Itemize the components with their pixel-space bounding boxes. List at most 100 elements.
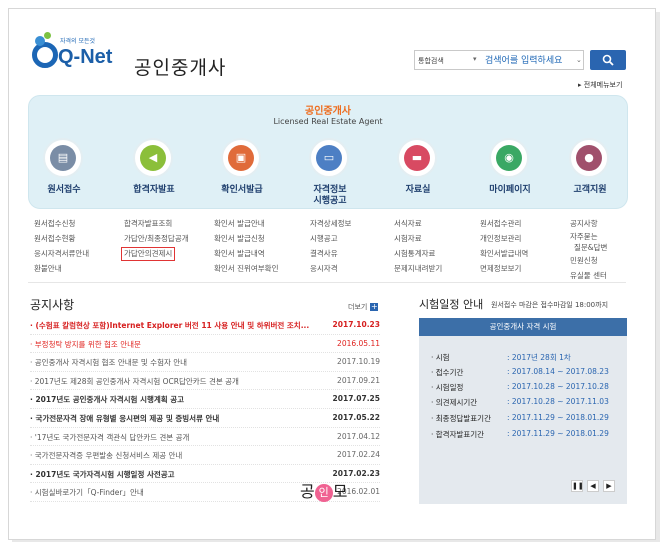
site-title: 공인중개사: [134, 57, 227, 79]
sublink[interactable]: 응시자격서류안내: [34, 246, 89, 261]
sublink[interactable]: 환불안내: [34, 261, 89, 276]
sublink[interactable]: 자격상세정보: [310, 216, 351, 231]
sublink[interactable]: 문제지내려받기: [394, 261, 442, 276]
sublink[interactable]: 합격자발표조회: [124, 216, 189, 231]
sublink[interactable]: 민원신청: [570, 253, 607, 268]
sublink[interactable]: 질문&답변: [574, 242, 607, 253]
nav-label-2: 시행공고: [313, 196, 347, 206]
sublink[interactable]: 확인서발급내역: [480, 246, 528, 261]
schedule-label: · 시험: [431, 353, 450, 362]
schedule-subtitle: 원서접수 마감은 접수마감일 18:00까지: [491, 301, 609, 309]
schedule-value: : 2017.08.14 ~ 2017.08.23: [507, 367, 609, 376]
schedule-value: : 2017년 28회 1차: [507, 353, 571, 362]
notice-text: · 부정청탁 방지를 위한 협조 안내문: [30, 339, 141, 349]
search-icon: [602, 54, 614, 66]
nav-label: 고객지원: [573, 185, 607, 195]
chevron-down-icon[interactable]: ⌄: [576, 56, 582, 64]
search-bar: 통합검색 ▾ ⌄: [414, 50, 584, 70]
notice-date: 2017.09.21: [337, 375, 380, 385]
watermark-left: 공: [300, 482, 315, 501]
search-input[interactable]: [485, 54, 577, 67]
list-item[interactable]: · 2017년도 공인중개사 자격시험 시행계획 공고 2017.07.25: [30, 390, 380, 409]
all-menu-label: 전체메뉴보기: [583, 81, 623, 89]
list-item[interactable]: · 국가전문자격 장애 유형별 응시편의 제공 및 증빙서류 안내 2017.05…: [30, 409, 380, 428]
sublinks-library: 서식자료 시험자료 시험통계자료 문제지내려받기: [394, 216, 442, 276]
sublink[interactable]: 가답안/최종정답공개: [124, 231, 189, 246]
list-item[interactable]: · 부정청탁 방지를 위한 협조 안내문 2016.05.11: [30, 335, 380, 354]
sublink[interactable]: 공지사항: [570, 216, 607, 231]
logo-tagline: 자격의 모든것: [60, 38, 96, 45]
list-item[interactable]: · '17년도 국가전문자격 객관식 답안카드 견본 공개 2017.04.12: [30, 428, 380, 447]
frame-shadow-right: [656, 12, 660, 542]
qnet-logo[interactable]: 자격의 모든것 Q-Net 공인중개사: [30, 32, 225, 82]
nav-mypage[interactable]: ◉ 마이페이지: [475, 138, 545, 204]
schedule-row: · 시험 : 2017년 28회 1차: [431, 352, 621, 366]
sublink-highlighted[interactable]: 가답안의견제시: [121, 247, 176, 261]
sublink[interactable]: 서식자료: [394, 216, 442, 231]
nav-qualification-info[interactable]: ▭ 자격정보 시행공고: [295, 138, 365, 206]
notice-date: 2017.05.22: [332, 412, 380, 422]
sublinks-mypage: 원서접수관리 개인정보관리 확인서발급내역 면제정보보기: [480, 216, 528, 276]
sublink[interactable]: 원서접수현황: [34, 231, 89, 246]
notice-text: · 2017년도 제28회 공인중개사 자격시험 OCR답안카드 견본 공개: [30, 376, 239, 386]
sublink[interactable]: 결격사유: [310, 246, 351, 261]
sublink[interactable]: 시행공고: [310, 231, 351, 246]
plus-icon: +: [370, 302, 379, 311]
schedule-label: · 최종정답발표기간: [431, 414, 491, 423]
notice-date: 2017.07.25: [332, 394, 380, 404]
notice-date: 2016.05.11: [337, 338, 380, 348]
schedule-row: · 접수기간 : 2017.08.14 ~ 2017.08.23: [431, 367, 621, 381]
sublink[interactable]: 시험자료: [394, 231, 442, 246]
hero-subtitle: Licensed Real Estate Agent: [273, 117, 383, 126]
search-scope-select[interactable]: 통합검색: [418, 56, 444, 66]
sublink[interactable]: 자주묻는: [570, 231, 607, 242]
watermark-right: 모: [332, 482, 348, 501]
more-link[interactable]: 더보기 +: [348, 302, 379, 312]
nav-label: 마이페이지: [489, 185, 531, 195]
schedule-label: · 접수기간: [431, 368, 464, 377]
list-item[interactable]: · 2017년도 제28회 공인중개사 자격시험 OCR답안카드 견본 공개 20…: [30, 372, 380, 391]
arrow-right-icon: ▶: [606, 482, 612, 490]
notice-list: · (수험표 칼럼현상 포함)Internet Explorer 버전 11 사…: [30, 316, 380, 502]
schedule-panel: 공인중개사 자격 시험 · 시험 : 2017년 28회 1차 · 접수기간 : 2…: [419, 318, 627, 504]
schedule-value: : 2017.10.28 ~ 2017.11.03: [507, 397, 609, 406]
search-button[interactable]: [590, 50, 626, 70]
prev-button[interactable]: ◀: [587, 480, 599, 492]
schedule-value: : 2017.11.29 ~ 2018.01.29: [507, 413, 609, 422]
chevron-down-icon: ▾: [473, 55, 477, 63]
sublink[interactable]: 확인서 진위여부확인: [214, 261, 278, 276]
sublink[interactable]: 면제정보보기: [480, 261, 528, 276]
sublink[interactable]: 시험통계자료: [394, 246, 442, 261]
nav-results[interactable]: ◀ 합격자발표: [119, 138, 189, 204]
nav-label: 자료실: [405, 185, 431, 195]
nav-certificate[interactable]: ▣ 확인서발급: [207, 138, 277, 204]
sublink[interactable]: 원서접수신청: [34, 216, 89, 231]
nav-library[interactable]: ▬ 자료실: [383, 138, 453, 204]
logo-text: Q-Net: [58, 46, 113, 68]
sublinks-certificate: 확인서 발급안내 확인서 발급신청 확인서 발급내역 확인서 진위여부확인: [214, 216, 278, 276]
nav-application[interactable]: ▤ 원서접수: [29, 138, 99, 204]
sublink[interactable]: 응시자격: [310, 261, 351, 276]
all-menu-link[interactable]: ▸ 전체메뉴보기: [578, 80, 622, 90]
monitor-icon: ◉: [504, 151, 514, 164]
list-item[interactable]: · (수험표 칼럼현상 포함)Internet Explorer 버전 11 사…: [30, 316, 380, 335]
next-button[interactable]: ▶: [603, 480, 615, 492]
schedule-panel-title: 공인중개사 자격 시험: [419, 318, 627, 336]
nav-support[interactable]: ● 고객지원: [555, 138, 625, 204]
notice-date: 2017.10.23: [332, 320, 380, 329]
notice-text: · 2017년도 국가자격시험 시행일정 사전공고: [30, 469, 175, 479]
list-item[interactable]: · 국가전문자격증 우편발송 신청서비스 제공 안내 2017.02.24: [30, 446, 380, 465]
watermark: 공인모: [300, 478, 347, 502]
schedule-label: · 시험일정: [431, 383, 464, 392]
sublink[interactable]: 개인정보관리: [480, 231, 528, 246]
sublink[interactable]: 원서접수관리: [480, 216, 528, 231]
sublink[interactable]: 확인서 발급내역: [214, 246, 278, 261]
sublink[interactable]: 확인서 발급신청: [214, 231, 278, 246]
sublink[interactable]: 유실물 센터: [570, 268, 607, 283]
schedule-value: : 2017.10.28 ~ 2017.10.28: [507, 382, 609, 391]
list-item[interactable]: · 공인중개사 자격시험 협조 안내문 및 수험자 안내 2017.10.19: [30, 353, 380, 372]
pause-button[interactable]: ❚❚: [571, 480, 584, 492]
nav-label: 자격정보: [313, 185, 347, 195]
sublink[interactable]: 확인서 발급안내: [214, 216, 278, 231]
card-icon: ▬: [411, 151, 423, 164]
